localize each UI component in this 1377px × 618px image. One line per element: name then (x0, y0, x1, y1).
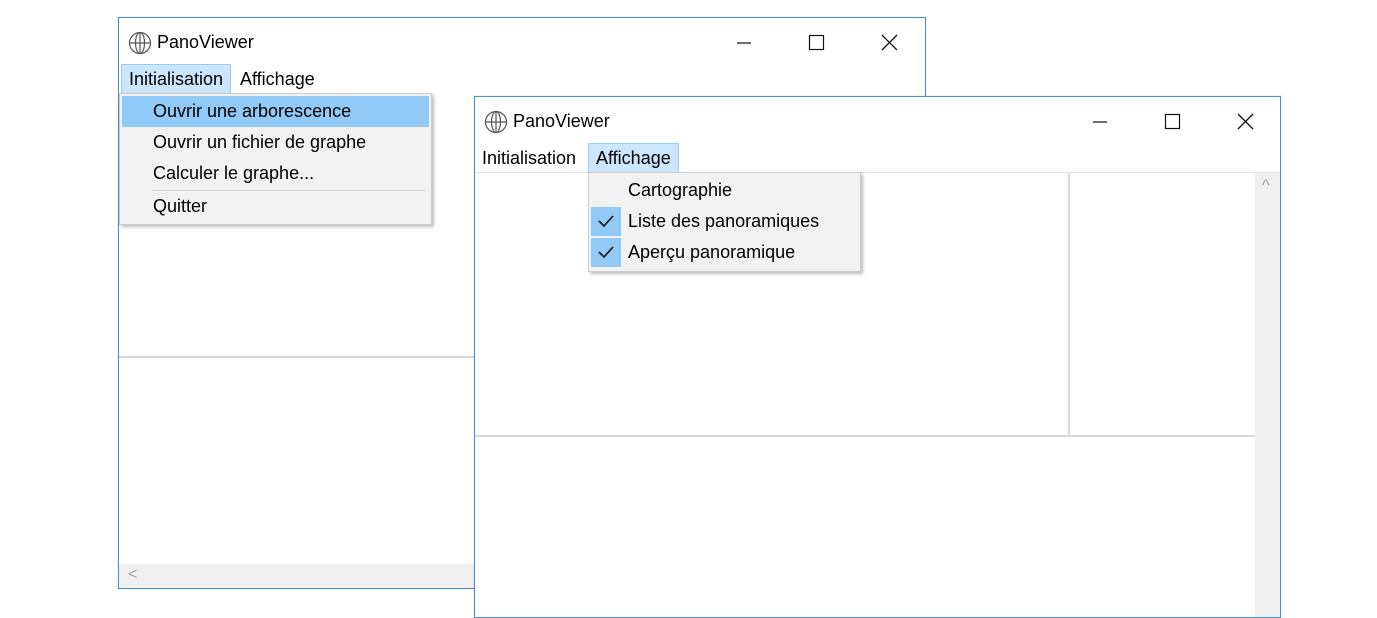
scroll-left-icon[interactable]: < (128, 566, 137, 584)
menu-affichage[interactable]: Affichage (233, 64, 322, 94)
maximize-button[interactable] (792, 22, 838, 62)
menu-bar: Initialisation Affichage (475, 143, 1280, 173)
close-icon (1237, 113, 1254, 130)
menu-item-ouvrir-arborescence[interactable]: Ouvrir une arborescence (122, 96, 429, 127)
minimize-icon (1093, 121, 1107, 123)
menu-item-quitter[interactable]: Quitter (122, 191, 429, 222)
scroll-up-icon[interactable]: ^ (1262, 177, 1270, 195)
horizontal-panel-divider[interactable] (475, 435, 1255, 437)
vertical-scrollbar[interactable]: ^ (1255, 173, 1280, 617)
globe-icon (128, 31, 152, 55)
menu-affichage[interactable]: Affichage (588, 143, 679, 173)
globe-icon (484, 110, 508, 134)
menu-initialisation[interactable]: Initialisation (121, 64, 232, 94)
close-icon (881, 34, 898, 51)
minimize-button[interactable] (1076, 101, 1122, 141)
minimize-button[interactable] (720, 22, 766, 62)
window-title: PanoViewer (513, 111, 610, 131)
maximize-icon (808, 34, 825, 51)
title-bar[interactable]: PanoViewer (119, 18, 925, 62)
close-button[interactable] (866, 22, 912, 62)
minimize-icon (737, 42, 751, 44)
menu-item-liste-panoramiques[interactable]: Liste des panoramiques (591, 206, 858, 237)
title-bar[interactable]: PanoViewer (475, 97, 1280, 141)
vertical-panel-divider[interactable] (1068, 173, 1070, 435)
window-title: PanoViewer (157, 32, 254, 52)
menu-item-ouvrir-fichier-graphe[interactable]: Ouvrir un fichier de graphe (122, 127, 429, 158)
menu-item-calculer-graphe[interactable]: Calculer le graphe... (122, 158, 429, 189)
menu-item-cartographie[interactable]: Cartographie (591, 175, 858, 206)
close-button[interactable] (1222, 101, 1268, 141)
maximize-icon (1164, 113, 1181, 130)
maximize-button[interactable] (1148, 101, 1194, 141)
initialisation-dropdown: Ouvrir une arborescence Ouvrir un fichie… (119, 93, 432, 225)
menu-initialisation[interactable]: Initialisation (475, 143, 583, 173)
affichage-dropdown: Cartographie Liste des panoramiques Aper… (588, 172, 861, 272)
menu-item-apercu-panoramique[interactable]: Aperçu panoramique (591, 237, 858, 268)
menu-bar: Initialisation Affichage (119, 64, 925, 94)
